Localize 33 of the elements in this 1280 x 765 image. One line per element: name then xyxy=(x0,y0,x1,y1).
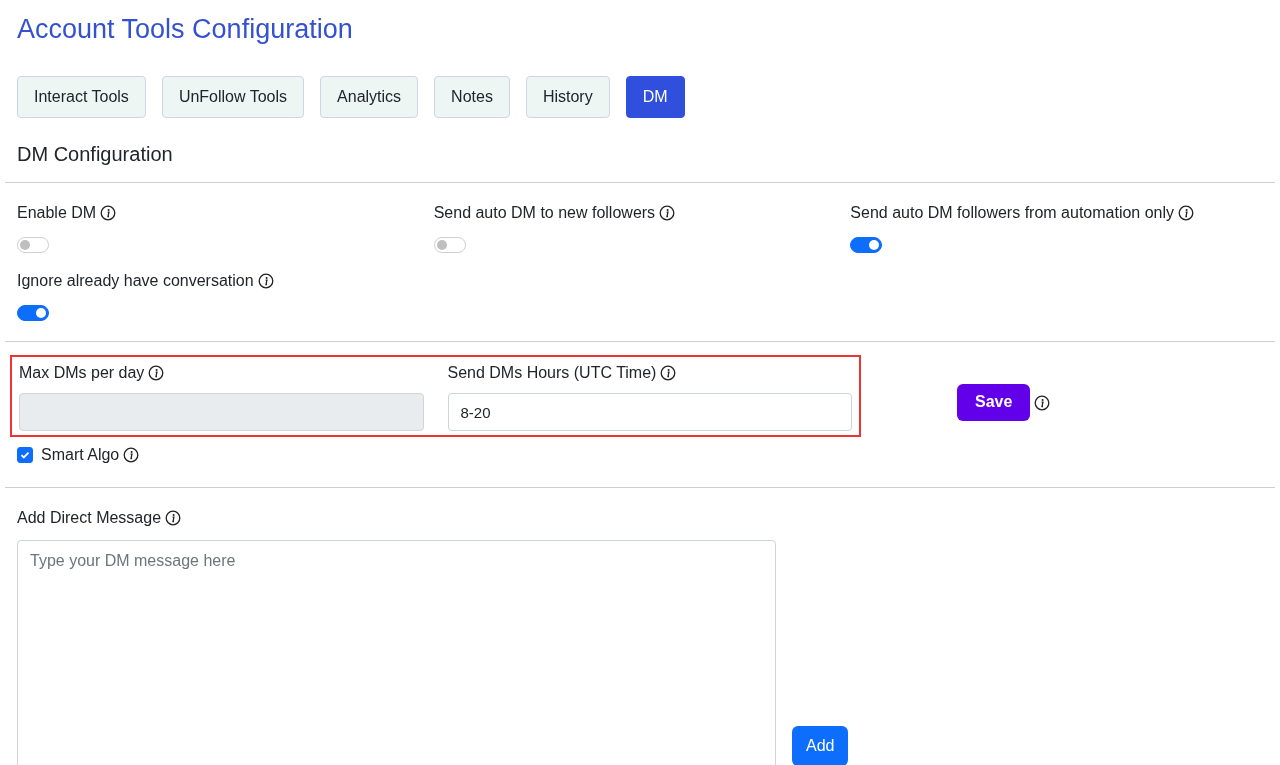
toggle-label: Send auto DM followers from automation only xyxy=(850,203,1175,223)
checkmark-icon xyxy=(20,450,30,460)
page-title: Account Tools Configuration xyxy=(17,13,353,46)
info-icon xyxy=(660,365,677,381)
tab[interactable]: History xyxy=(525,76,610,118)
toggle-switch[interactable] xyxy=(850,237,883,253)
info-icon xyxy=(1034,394,1051,411)
info-icon xyxy=(100,205,117,221)
tab[interactable]: Interact Tools xyxy=(17,76,146,118)
info-icon xyxy=(1178,205,1195,221)
info-icon xyxy=(257,273,274,289)
tab[interactable]: UnFollow Tools xyxy=(161,76,305,118)
tab[interactable]: Notes xyxy=(434,76,510,118)
info-icon xyxy=(659,205,676,221)
toggle-switch[interactable] xyxy=(17,305,49,321)
field-label: Send DMs Hours (UTC Time) xyxy=(447,363,657,383)
toggle-label: Enable DM xyxy=(17,203,97,223)
toggle-label: Send auto DM to new followers xyxy=(433,203,656,223)
checkbox-label: Smart Algo xyxy=(41,445,120,465)
info-icon xyxy=(123,447,140,463)
field-label: Add Direct Message xyxy=(17,508,162,528)
field-label: Max DMs per day xyxy=(19,363,145,383)
tab[interactable]: DM xyxy=(625,76,685,118)
add-button[interactable]: Add xyxy=(792,726,849,765)
checkbox[interactable] xyxy=(17,447,33,463)
info-icon xyxy=(148,365,165,381)
message-input[interactable]: Type your DM message here xyxy=(17,540,776,765)
tab[interactable]: Analytics xyxy=(320,76,419,118)
section-heading: DM Configuration xyxy=(17,142,173,167)
input-field[interactable]: 8-20 xyxy=(447,393,852,431)
save-button[interactable]: Save xyxy=(957,383,1031,421)
info-icon xyxy=(165,510,182,526)
toggle-label: Ignore already have conversation xyxy=(17,271,254,291)
